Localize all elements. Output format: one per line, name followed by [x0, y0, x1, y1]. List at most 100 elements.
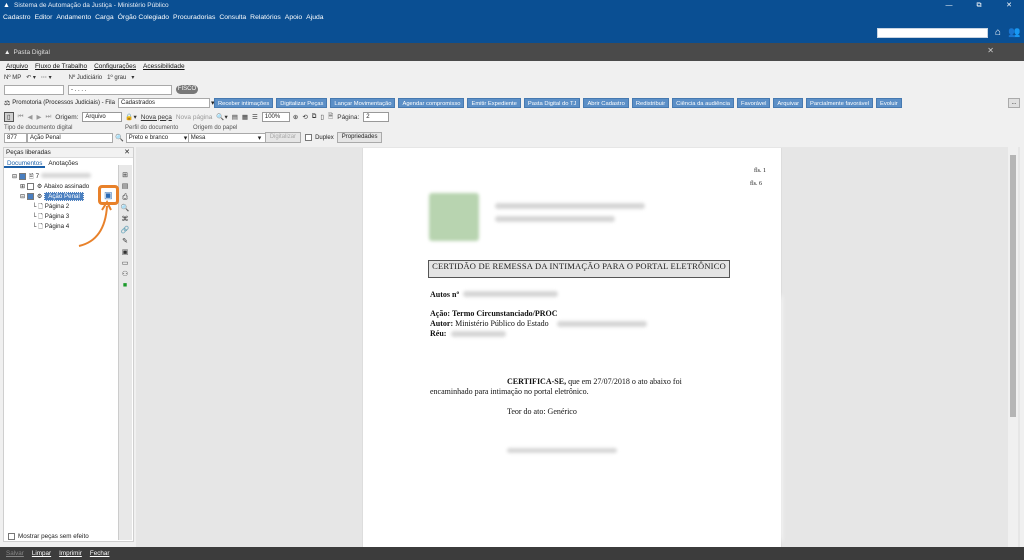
favoravel-button[interactable]: Favorável [736, 98, 771, 108]
menu-consulta[interactable]: Consulta [219, 14, 246, 21]
perfil-select[interactable]: Preto e branco [125, 132, 192, 143]
prev-page-icon[interactable]: ◀ [27, 113, 32, 121]
propriedades-button[interactable]: Propriedades [336, 132, 383, 143]
view-single-icon[interactable]: ▤ [232, 113, 238, 121]
limpar-button[interactable]: Limpar [32, 550, 51, 557]
tree-node-abaixo[interactable]: ⊞ ⚙ Abaixo assinado [12, 182, 91, 192]
users-icon[interactable]: 👥 [1008, 27, 1020, 39]
first-page-icon[interactable]: ⏮ [18, 113, 24, 121]
menu-apoio[interactable]: Apoio [285, 14, 302, 21]
evoluir-button[interactable]: Evoluir [875, 98, 902, 108]
receber-intimacoes-button[interactable]: Receber intimações [214, 98, 274, 108]
tool-box-icon[interactable]: ▣ [120, 247, 130, 258]
tool-users-icon[interactable]: ⚇ [120, 269, 130, 280]
ciencia-audiencia-button[interactable]: Ciência da audiência [672, 98, 734, 108]
tool-search-icon[interactable]: 🔍 [120, 203, 130, 214]
pasta-digital-tj-button[interactable]: Pasta Digital do TJ [523, 98, 581, 108]
target-icon[interactable]: ⊕ [293, 113, 298, 121]
document-icon[interactable]: 🗎 [328, 112, 333, 123]
view-list-icon[interactable]: ☰ [252, 113, 258, 121]
tool-window-icon[interactable]: ▭ [120, 258, 130, 269]
menu-orgao-colegiado[interactable]: Órgão Colegiado [118, 14, 169, 21]
mostrar-pecas-checkbox[interactable]: Mostrar peças sem efeito [8, 533, 89, 540]
tool-doc-icon[interactable]: ▤ [120, 181, 130, 192]
layout-toggle-icon[interactable]: ▯ [4, 112, 14, 122]
origem-papel-select[interactable]: Mesa [187, 132, 266, 143]
tree-node-abaixo-label: Abaixo assinado [43, 183, 90, 190]
acao-checkbox[interactable] [26, 192, 34, 200]
maximize-button[interactable]: ⧉ [964, 0, 994, 11]
minimize-button[interactable]: — [934, 0, 964, 11]
menu-ajuda[interactable]: Ajuda [306, 14, 323, 21]
menu-relatorios[interactable]: Relatórios [250, 14, 281, 21]
lock-icon[interactable]: 🔒▾ [125, 113, 136, 121]
nova-peca-link[interactable]: Nova peça [141, 114, 172, 121]
redistribuir-button[interactable]: Redistribuir [631, 98, 670, 108]
view-grid-icon[interactable]: ▦ [242, 113, 248, 121]
submenu-fluxo[interactable]: Fluxo de Trabalho [35, 63, 87, 70]
tab-anotacoes[interactable]: Anotações [45, 159, 81, 168]
menu-procuradorias[interactable]: Procuradorias [173, 14, 215, 21]
close-button[interactable]: ✕ [994, 0, 1024, 11]
tool-green-icon[interactable]: ■ [120, 280, 130, 291]
reu-blurred [451, 331, 506, 337]
njud-input[interactable]: - . . . . [68, 85, 172, 95]
tool-link-icon[interactable]: 🔗 [120, 225, 130, 236]
pagina-stepper[interactable]: 2 [363, 112, 390, 122]
history-icon[interactable]: ⋯ ▾ [41, 74, 52, 81]
more-actions-button[interactable]: ... [1008, 98, 1020, 108]
abrir-cadastro-button[interactable]: Abrir Cadastro [583, 98, 629, 108]
duplex-checkbox-box[interactable] [305, 134, 313, 141]
fechar-button[interactable]: Fechar [90, 550, 110, 557]
queue-select[interactable]: Cadastrados [117, 98, 210, 108]
submenu-configuracoes[interactable]: Configurações [94, 63, 136, 70]
rotate-icon[interactable]: ⟲ [302, 113, 307, 121]
parcialmente-favoravel-button[interactable]: Parcialmente favorável [806, 98, 873, 108]
submenu-acessibilidade[interactable]: Acessibilidade [143, 63, 185, 70]
home-icon[interactable]: ⌂ [992, 27, 1004, 39]
panel-close-icon[interactable]: ✕ [124, 148, 130, 158]
emitir-expediente-button[interactable]: Emitir Expediente [467, 98, 521, 108]
top-search-input[interactable] [877, 28, 988, 38]
origem-select[interactable]: Arquivo [82, 112, 123, 122]
tree-root[interactable]: ⊟ 🗎 7 [12, 172, 91, 182]
submenu-arquivo[interactable]: Arquivo [6, 63, 28, 70]
last-page-icon[interactable]: ⏭ [45, 113, 51, 121]
agendar-compromisso-button[interactable]: Agendar compromisso [398, 98, 465, 108]
fisco-button[interactable]: FISCO [176, 85, 198, 94]
abaixo-checkbox[interactable] [26, 182, 34, 190]
copy-icon[interactable]: ⧉ [312, 113, 317, 121]
tool-sign-icon[interactable]: ✎ [120, 236, 130, 247]
page-icon[interactable]: ▯ [320, 113, 324, 121]
digitalizar-pecas-button[interactable]: Digitalizar Peças [276, 98, 328, 108]
lancar-movimentacao-button[interactable]: Lançar Movimentação [330, 98, 396, 108]
viewer-scrollbar[interactable] [1008, 147, 1018, 547]
duplex-checkbox[interactable]: Duplex [305, 134, 334, 141]
nmp-input[interactable] [4, 85, 64, 95]
salvar-button[interactable]: Salvar [6, 550, 24, 557]
tool-stamp-icon[interactable]: ⌘ [120, 214, 130, 225]
next-page-icon[interactable]: ▶ [36, 113, 41, 121]
zoom-select[interactable]: 100% [261, 112, 290, 122]
root-checkbox[interactable] [18, 172, 26, 180]
tool-tree-icon[interactable]: ⊞ [120, 170, 130, 181]
imprimir-button[interactable]: Imprimir [59, 550, 82, 557]
arquivar-button[interactable]: Arquivar [773, 98, 804, 108]
zoom-tool-icon[interactable]: 🔍▾ [216, 113, 227, 121]
undo-icon[interactable]: ↶ ▾ [26, 74, 36, 81]
tipo-value-input[interactable]: Ação Penal [27, 132, 113, 143]
mostrar-checkbox-box[interactable] [8, 533, 15, 540]
nova-pagina-link[interactable]: Nova página [176, 114, 213, 121]
grau-dropdown-icon[interactable]: ▾ [131, 74, 134, 81]
menu-andamento[interactable]: Andamento [56, 14, 91, 21]
scrollbar-thumb[interactable] [1010, 155, 1016, 417]
tipo-code-input[interactable]: 877 [4, 132, 27, 143]
menu-editor[interactable]: Editor [35, 14, 53, 21]
inner-close-button[interactable]: ✕ [987, 46, 994, 55]
tipo-search-icon[interactable]: 🔍 [115, 134, 124, 142]
tab-documentos[interactable]: Documentos [4, 159, 46, 168]
digitalizar-button[interactable]: Digitalizar [264, 132, 302, 143]
tool-print-icon[interactable]: ⎙ [120, 192, 130, 203]
menu-cadastro[interactable]: Cadastro [3, 14, 31, 21]
menu-carga[interactable]: Carga [95, 14, 114, 21]
